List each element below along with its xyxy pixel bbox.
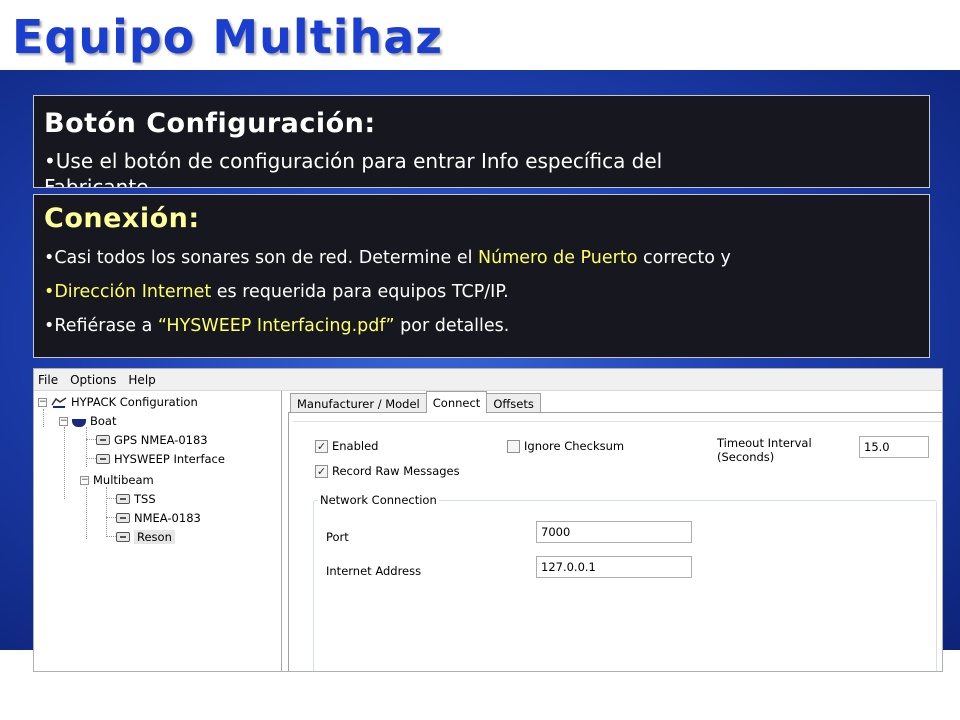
ignore-checksum-label: Ignore Checksum [524,439,625,453]
tree-label-nmea: NMEA-0183 [134,511,201,525]
config-button-box: Botón Configuración: •Use el botón de co… [33,95,930,188]
collapse-icon[interactable]: − [59,416,68,426]
port-label: Port [326,530,349,544]
config-button-heading: Botón Configuración: [44,108,376,139]
tree-label-root: HYPACK Configuration [71,395,198,409]
ignore-checksum-checkbox[interactable] [507,439,520,453]
connection-box: Conexión: •Casi todos los sonares son de… [33,194,930,358]
tab-connect[interactable]: Connect [425,391,488,413]
menu-options[interactable]: Options [70,373,116,387]
menu-bar: File Options Help [34,369,942,391]
connect-form: ✓ Enabled ✓ Record Raw Messages Ignore C… [293,421,942,671]
enabled-checkbox[interactable]: ✓ [315,439,328,453]
connection-bullet-1: •Casi todos los sonares son de red. Dete… [44,248,929,268]
tree-line [106,536,116,537]
device-icon [96,454,110,464]
tree-label-boat: Boat [90,414,117,428]
tree-node-reson[interactable]: Reson [116,528,175,546]
timeout-label: Timeout Interval (Seconds) [717,436,812,464]
tree-line [86,439,96,440]
config-button-line: •Use el botón de configuración para entr… [44,149,663,173]
menu-file[interactable]: File [38,373,58,387]
network-connection-legend: Network Connection [318,493,439,507]
tab-manufacturer-model[interactable]: Manufacturer / Model [290,393,427,413]
timeout-input[interactable]: 15.0 [859,436,929,458]
connection-bullet-3: •Refiérase a “HYSWEEP Interfacing.pdf” p… [44,316,929,336]
record-raw-checkbox-row[interactable]: ✓ Record Raw Messages [315,464,460,478]
bullet-3-suffix: por detalles. [394,316,510,336]
config-tree: − HYPACK Configuration − Boat GPS NMEA-0… [34,391,282,671]
tree-node-multibeam[interactable]: − Multibeam [80,471,154,489]
hypack-config-window: File Options Help − HYPACK Configuration… [33,368,943,672]
connection-bullet-2: •Dirección Internet es requerida para eq… [44,282,929,302]
menu-help[interactable]: Help [128,373,155,387]
config-button-line-cont: Fabricante [44,175,149,188]
bullet-1-suffix: correcto y [637,248,731,268]
tree-node-root[interactable]: − HYPACK Configuration [38,393,198,411]
internet-address-label: Internet Address [326,564,422,578]
boat-icon [72,419,86,427]
network-connection-group: Network Connection Port 7000 Internet Ad… [313,493,937,671]
tree-line [86,487,87,539]
internet-address-highlight: Dirección Internet [54,282,212,302]
tree-label-multibeam: Multibeam [93,473,154,487]
tree-node-nmea[interactable]: NMEA-0183 [116,509,201,527]
internet-address-input[interactable]: 127.0.0.1 [536,556,692,578]
tab-offsets[interactable]: Offsets [486,393,541,413]
timeout-label-line1: Timeout Interval [717,436,812,450]
bullet-1-prefix: •Casi todos los sonares son de red. Dete… [44,248,479,268]
collapse-icon[interactable]: − [80,475,89,485]
tree-label-tss: TSS [134,492,156,506]
port-number-highlight: Número de Puerto [478,248,638,268]
tree-line [106,517,116,518]
pdf-reference-highlight: “HYSWEEP Interfacing.pdf” [157,316,395,336]
bullet-2-suffix: es requerida para equipos TCP/IP. [211,282,509,302]
tree-line [106,498,116,499]
tree-label-reson: Reson [134,530,175,544]
tree-line [106,487,107,537]
bullet-3-prefix: •Refiérase a [44,316,158,336]
enabled-label: Enabled [332,439,379,453]
connection-heading: Conexión: [44,203,200,234]
timeout-label-line2: (Seconds) [717,450,775,464]
device-icon [96,435,110,445]
tree-line [64,427,65,499]
tree-node-boat[interactable]: − Boat [59,412,116,430]
settings-tabs: Manufacturer / Model Connect Offsets [290,391,541,413]
bullet-2-dot: • [44,282,55,302]
enabled-checkbox-row[interactable]: ✓ Enabled [315,439,378,453]
device-icon [116,513,130,523]
port-input[interactable]: 7000 [536,521,692,543]
connect-tab-body: ✓ Enabled ✓ Record Raw Messages Ignore C… [288,412,942,671]
tree-node-tss[interactable]: TSS [116,490,156,508]
device-icon [116,494,130,504]
record-raw-label: Record Raw Messages [332,464,460,478]
tree-label-gps: GPS NMEA-0183 [114,433,208,447]
tree-node-hysweep[interactable]: HYSWEEP Interface [96,450,225,468]
slide-title: Equipo Multihaz [12,10,444,64]
collapse-icon[interactable]: − [38,397,47,407]
tree-line [86,427,87,467]
config-button-text: •Use el botón de configuración para entr… [44,149,929,173]
device-settings-panel: Manufacturer / Model Connect Offsets ✓ E… [282,391,942,671]
configuration-icon [51,396,67,408]
device-icon [116,532,130,542]
tree-label-hysweep: HYSWEEP Interface [114,452,225,466]
tree-line [86,458,96,459]
config-button-text-cont: Fabricante [44,175,929,188]
tree-node-gps[interactable]: GPS NMEA-0183 [96,431,208,449]
tree-line [43,409,44,427]
ignore-checksum-checkbox-row[interactable]: Ignore Checksum [507,439,624,453]
record-raw-checkbox[interactable]: ✓ [315,464,328,478]
